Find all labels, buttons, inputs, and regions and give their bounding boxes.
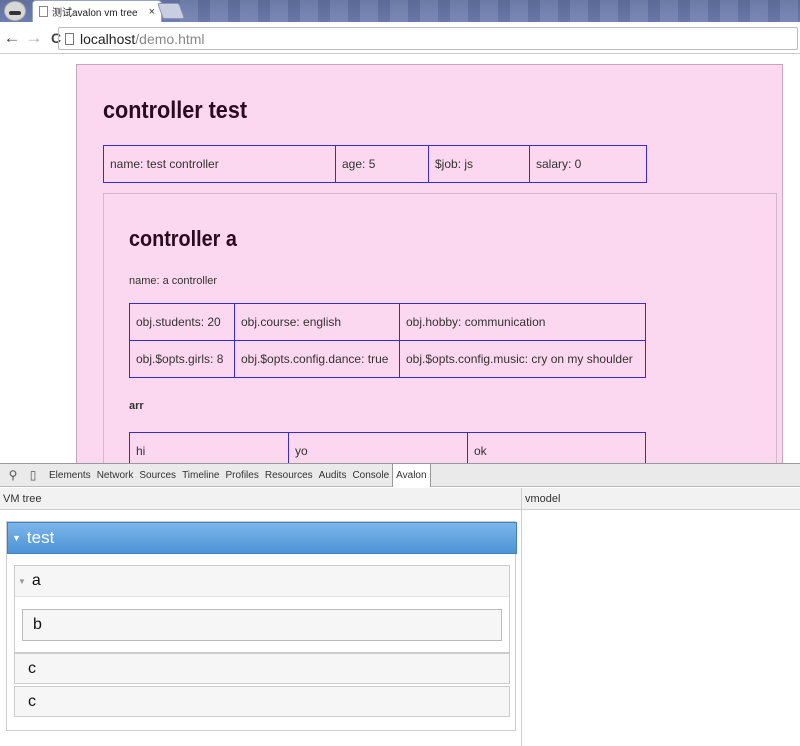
vmodel-header: vmodel	[522, 488, 800, 510]
address-bar[interactable]: localhost /demo.html	[58, 27, 798, 50]
tab-audits[interactable]: Audits	[316, 464, 350, 487]
search-icon[interactable]: ⚲	[6, 468, 20, 482]
tree-node-label: a	[31, 572, 41, 589]
vm-tree-pane: VM tree ▼ test ▼ a b c c	[0, 488, 522, 746]
tab-network[interactable]: Network	[94, 464, 137, 487]
controller-test-panel: controller test name: test controller ag…	[76, 64, 783, 463]
vmodel-pane: vmodel	[522, 488, 800, 746]
devtools-panes: VM tree ▼ test ▼ a b c c vmodel	[0, 488, 800, 746]
incognito-icon	[4, 1, 26, 21]
cell-job: $job: js	[428, 145, 530, 183]
table-cell: hi	[129, 432, 289, 463]
tree-node-a[interactable]: ▼ a b	[14, 565, 510, 653]
tab-resources[interactable]: Resources	[262, 464, 316, 487]
forward-arrow-icon[interactable]: →	[24, 28, 44, 48]
table-cell: obj.$opts.girls: 8	[129, 340, 235, 378]
tree-node-label: test	[26, 528, 55, 547]
table-cell: obj.course: english	[234, 303, 400, 341]
document-icon	[65, 32, 74, 45]
table-cell: ok	[467, 432, 646, 463]
cell-age: age: 5	[335, 145, 429, 183]
new-tab-button[interactable]	[157, 3, 185, 19]
table-cell: obj.$opts.config.dance: true	[234, 340, 400, 378]
tab-timeline[interactable]: Timeline	[179, 464, 222, 487]
table-cell: yo	[288, 432, 468, 463]
tree-node-label: b	[33, 616, 42, 633]
vm-tree-header: VM tree	[0, 488, 521, 510]
table-cell: obj.hobby: communication	[399, 303, 646, 341]
page-icon	[39, 6, 48, 17]
close-icon[interactable]: ×	[149, 6, 155, 18]
vm-tree: ▼ test ▼ a b c c	[6, 521, 517, 731]
tab-console[interactable]: Console	[349, 464, 392, 487]
back-arrow-icon[interactable]: ←	[2, 28, 22, 48]
tab-avalon[interactable]: Avalon	[392, 463, 431, 487]
device-mode-icon[interactable]: ▯	[26, 468, 40, 482]
tree-node-c[interactable]: c	[14, 686, 510, 717]
browser-tab[interactable]: 测试avalon vm tree ×	[32, 0, 162, 22]
tab-profiles[interactable]: Profiles	[222, 464, 261, 487]
tab-sources[interactable]: Sources	[136, 464, 179, 487]
controller-a-title: controller a	[129, 226, 237, 251]
tab-strip: 测试avalon vm tree ×	[0, 0, 800, 22]
page-viewport: controller test name: test controller ag…	[0, 55, 800, 463]
tree-node-b[interactable]: b	[22, 609, 502, 641]
expand-triangle-icon[interactable]: ▼	[18, 577, 26, 586]
arr-label: arr	[129, 400, 144, 412]
tree-node-a-header[interactable]: ▼ a	[15, 566, 509, 597]
cell-salary: salary: 0	[529, 145, 647, 183]
arr-table: hi yo ok	[129, 432, 646, 463]
url-path: /demo.html	[135, 30, 205, 47]
cell-name: name: test controller	[103, 145, 336, 183]
tree-node-test[interactable]: ▼ test	[7, 522, 517, 554]
browser-toolbar: ← → C localhost /demo.html	[0, 22, 800, 54]
table-cell: obj.$opts.config.music: cry on my should…	[399, 340, 646, 378]
table-row: hi yo ok	[129, 432, 646, 463]
tab-title: 测试avalon vm tree	[52, 8, 138, 19]
devtools-tabbar: ⚲ ▯ Elements Network Sources Timeline Pr…	[0, 463, 800, 487]
table-row: obj.$opts.girls: 8 obj.$opts.config.danc…	[129, 340, 646, 378]
obj-table: obj.students: 20 obj.course: english obj…	[129, 303, 646, 378]
controller-test-title: controller test	[103, 97, 248, 124]
tree-node-c[interactable]: c	[14, 653, 510, 684]
controller-test-table: name: test controller age: 5 $job: js sa…	[103, 145, 647, 183]
table-cell: obj.students: 20	[129, 303, 235, 341]
devtools-panel: ⚲ ▯ Elements Network Sources Timeline Pr…	[0, 463, 800, 746]
url-host: localhost	[80, 30, 136, 47]
expand-triangle-icon[interactable]: ▼	[12, 533, 21, 543]
table-row: obj.students: 20 obj.course: english obj…	[129, 303, 646, 341]
controller-a-name: name: a controller	[129, 275, 218, 287]
controller-a-panel: controller a name: a controller obj.stud…	[103, 193, 777, 463]
tab-elements[interactable]: Elements	[46, 464, 94, 487]
tree-node-label: c	[28, 692, 36, 710]
tree-node-label: c	[28, 659, 36, 677]
